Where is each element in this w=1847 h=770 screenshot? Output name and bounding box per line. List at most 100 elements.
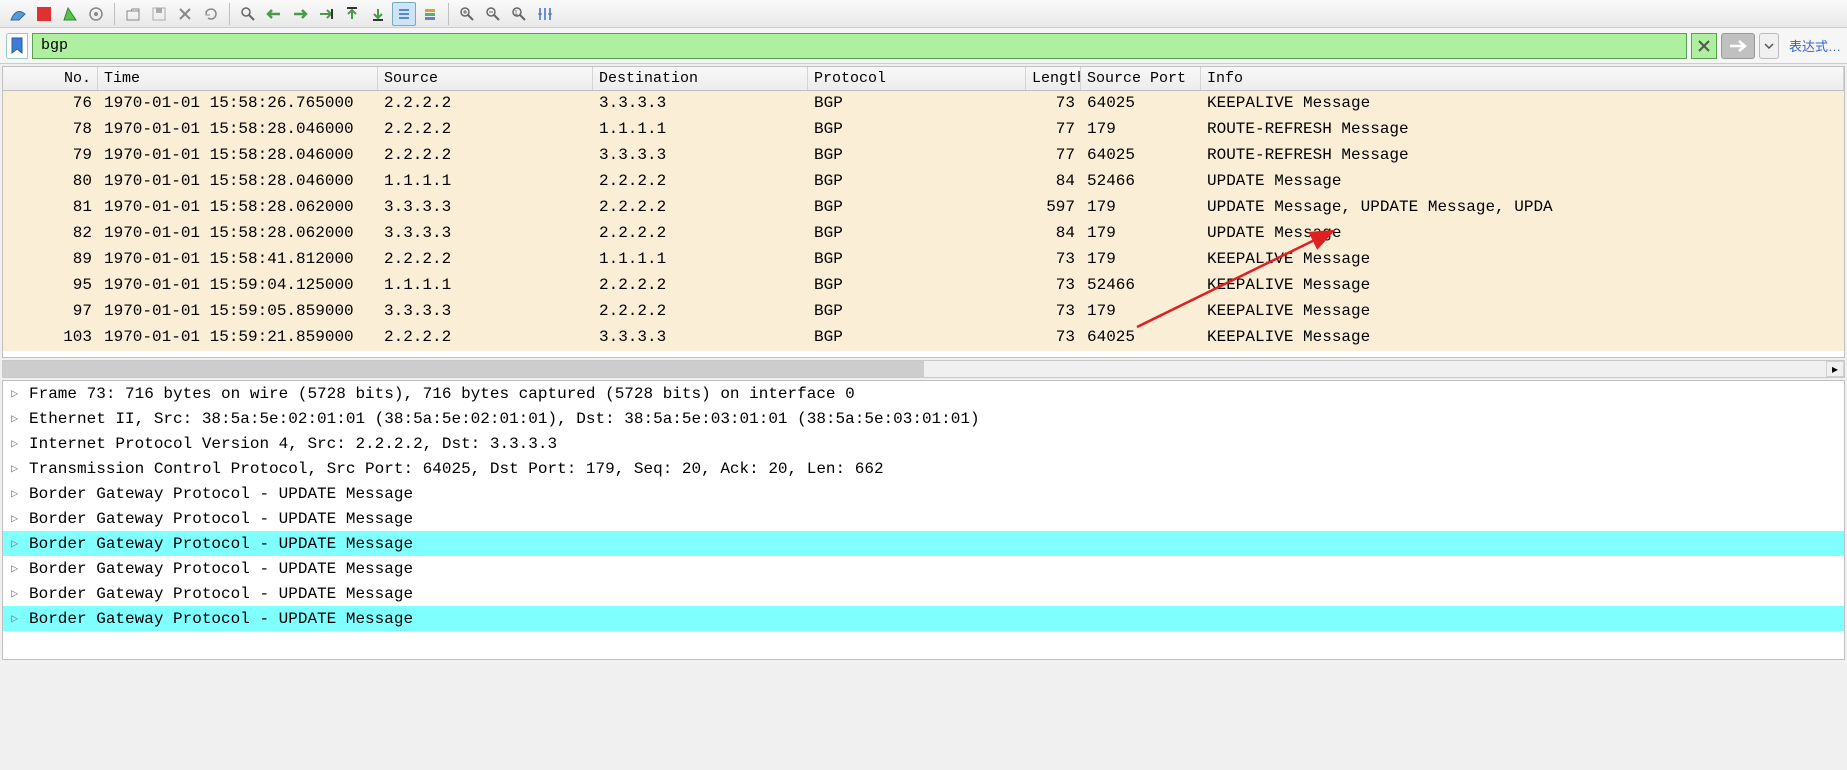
zoom-reset-icon[interactable]: 1 xyxy=(507,2,531,26)
detail-text: Border Gateway Protocol - UPDATE Message xyxy=(29,485,413,503)
detail-text: Frame 73: 716 bytes on wire (5728 bits),… xyxy=(29,385,855,403)
column-header-source-port[interactable]: Source Port xyxy=(1081,67,1201,90)
column-header-info[interactable]: Info xyxy=(1201,67,1844,90)
detail-tree-item[interactable]: ▷Border Gateway Protocol - UPDATE Messag… xyxy=(3,531,1844,556)
detail-tree-item[interactable]: ▷ Frame 73: 716 bytes on wire (5728 bits)… xyxy=(3,381,1844,406)
options-icon[interactable] xyxy=(84,2,108,26)
expand-icon[interactable]: ▷ xyxy=(11,436,25,451)
detail-text: Transmission Control Protocol, Src Port:… xyxy=(29,460,884,478)
restart-capture-button[interactable] xyxy=(58,2,82,26)
detail-tree-item[interactable]: ▷ Transmission Control Protocol, Src Port… xyxy=(3,456,1844,481)
detail-tree-item[interactable]: ▷Border Gateway Protocol - UPDATE Messag… xyxy=(3,606,1844,631)
packet-cell: 1970-01-01 15:58:28.046000 xyxy=(98,117,378,143)
detail-tree-item[interactable]: ▷Ethernet II, Src: 38:5a:5e:02:01:01 (38… xyxy=(3,406,1844,431)
filter-expression-link[interactable]: 表达式… xyxy=(1789,36,1841,55)
packet-cell: KEEPALIVE Message xyxy=(1201,325,1844,351)
packet-cell: 179 xyxy=(1081,299,1201,325)
packet-list-header[interactable]: No. Time Source Destination Protocol Len… xyxy=(3,67,1844,91)
filter-history-dropdown[interactable] xyxy=(1759,33,1779,59)
shark-fin-icon[interactable] xyxy=(6,2,30,26)
packet-cell: 73 xyxy=(1026,299,1081,325)
packet-row[interactable]: 821970-01-01 15:58:28.0620003.3.3.32.2.2… xyxy=(3,221,1844,247)
packet-list-horizontal-scrollbar[interactable]: ◂ ▸ xyxy=(2,360,1845,378)
toolbar-separator xyxy=(229,3,230,25)
packet-cell: 64025 xyxy=(1081,143,1201,169)
expand-icon[interactable]: ▷ xyxy=(11,536,25,551)
reload-icon[interactable] xyxy=(199,2,223,26)
detail-tree-item[interactable]: ▷ Border Gateway Protocol - UPDATE Messag… xyxy=(3,581,1844,606)
packet-row[interactable]: 971970-01-01 15:59:05.8590003.3.3.32.2.2… xyxy=(3,299,1844,325)
apply-filter-button[interactable] xyxy=(1721,33,1755,59)
packet-cell: BGP xyxy=(808,325,1026,351)
packet-cell: 73 xyxy=(1026,325,1081,351)
packet-row[interactable]: 811970-01-01 15:58:28.0620003.3.3.32.2.2… xyxy=(3,195,1844,221)
packet-cell: BGP xyxy=(808,247,1026,273)
detail-tree-item[interactable]: ▷ Border Gateway Protocol - UPDATE Messag… xyxy=(3,481,1844,506)
packet-list-pane[interactable]: No. Time Source Destination Protocol Len… xyxy=(2,66,1845,358)
find-icon[interactable] xyxy=(236,2,260,26)
column-header-destination[interactable]: Destination xyxy=(593,67,808,90)
main-toolbar: 1 xyxy=(0,0,1847,28)
save-file-icon[interactable] xyxy=(147,2,171,26)
packet-cell: 95 xyxy=(3,273,98,299)
detail-tree-item[interactable]: ▷Border Gateway Protocol - UPDATE Messag… xyxy=(3,556,1844,581)
go-to-packet-icon[interactable] xyxy=(314,2,338,26)
packet-cell: 179 xyxy=(1081,247,1201,273)
packet-cell: 3.3.3.3 xyxy=(593,325,808,351)
clear-filter-button[interactable] xyxy=(1691,33,1717,59)
column-header-source[interactable]: Source xyxy=(378,67,593,90)
colorize-icon[interactable] xyxy=(418,2,442,26)
column-header-protocol[interactable]: Protocol xyxy=(808,67,1026,90)
packet-cell: ROUTE-REFRESH Message xyxy=(1201,143,1844,169)
open-file-icon[interactable] xyxy=(121,2,145,26)
packet-cell: 1.1.1.1 xyxy=(378,169,593,195)
packet-cell: BGP xyxy=(808,195,1026,221)
expand-icon[interactable]: ▷ xyxy=(11,561,25,576)
resize-columns-icon[interactable] xyxy=(533,2,557,26)
packet-row[interactable]: 891970-01-01 15:58:41.8120002.2.2.21.1.1… xyxy=(3,247,1844,273)
expand-icon[interactable]: ▷ xyxy=(11,486,25,501)
display-filter-input[interactable] xyxy=(32,33,1687,59)
packet-cell: 3.3.3.3 xyxy=(378,221,593,247)
column-header-no[interactable]: No. xyxy=(3,67,98,90)
scrollbar-thumb[interactable] xyxy=(3,361,924,377)
go-back-icon[interactable] xyxy=(262,2,286,26)
chevron-down-icon xyxy=(1764,43,1774,49)
packet-cell: 1.1.1.1 xyxy=(593,247,808,273)
scroll-right-button[interactable]: ▸ xyxy=(1826,361,1844,377)
packet-cell: 1970-01-01 15:58:28.046000 xyxy=(98,169,378,195)
go-forward-icon[interactable] xyxy=(288,2,312,26)
zoom-in-icon[interactable] xyxy=(455,2,479,26)
go-last-icon[interactable] xyxy=(366,2,390,26)
packet-details-pane[interactable]: ▷ Frame 73: 716 bytes on wire (5728 bits)… xyxy=(2,380,1845,660)
detail-tree-item[interactable]: ▷Internet Protocol Version 4, Src: 2.2.2… xyxy=(3,431,1844,456)
packet-cell: ROUTE-REFRESH Message xyxy=(1201,117,1844,143)
packet-cell: 2.2.2.2 xyxy=(378,247,593,273)
zoom-out-icon[interactable] xyxy=(481,2,505,26)
expand-icon[interactable]: ▷ xyxy=(11,586,25,601)
toolbar-separator xyxy=(448,3,449,25)
expand-icon[interactable]: ▷ xyxy=(11,411,25,426)
packet-list-body: 761970-01-01 15:58:26.7650002.2.2.23.3.3… xyxy=(3,91,1844,351)
stop-capture-button[interactable] xyxy=(32,2,56,26)
column-header-time[interactable]: Time xyxy=(98,67,378,90)
expand-icon[interactable]: ▷ xyxy=(11,511,25,526)
packet-row[interactable]: 781970-01-01 15:58:28.0460002.2.2.21.1.1… xyxy=(3,117,1844,143)
packet-row[interactable]: 761970-01-01 15:58:26.7650002.2.2.23.3.3… xyxy=(3,91,1844,117)
packet-row[interactable]: 801970-01-01 15:58:28.0460001.1.1.12.2.2… xyxy=(3,169,1844,195)
svg-text:1: 1 xyxy=(514,10,518,17)
detail-text: Border Gateway Protocol - UPDATE Message xyxy=(29,585,413,603)
bookmark-filter-button[interactable] xyxy=(6,33,28,59)
packet-row[interactable]: 951970-01-01 15:59:04.1250001.1.1.12.2.2… xyxy=(3,273,1844,299)
detail-tree-item[interactable]: ▷ Border Gateway Protocol - UPDATE Messag… xyxy=(3,506,1844,531)
go-first-icon[interactable] xyxy=(340,2,364,26)
expand-icon[interactable]: ▷ xyxy=(11,461,25,476)
packet-row[interactable]: 1031970-01-01 15:59:21.8590002.2.2.23.3.… xyxy=(3,325,1844,351)
column-header-length[interactable]: Length xyxy=(1026,67,1081,90)
expand-icon[interactable]: ▷ xyxy=(11,386,25,401)
detail-text: Border Gateway Protocol - UPDATE Message xyxy=(29,510,413,528)
close-file-icon[interactable] xyxy=(173,2,197,26)
auto-scroll-icon[interactable] xyxy=(392,2,416,26)
expand-icon[interactable]: ▷ xyxy=(11,611,25,626)
packet-row[interactable]: 791970-01-01 15:58:28.0460002.2.2.23.3.3… xyxy=(3,143,1844,169)
